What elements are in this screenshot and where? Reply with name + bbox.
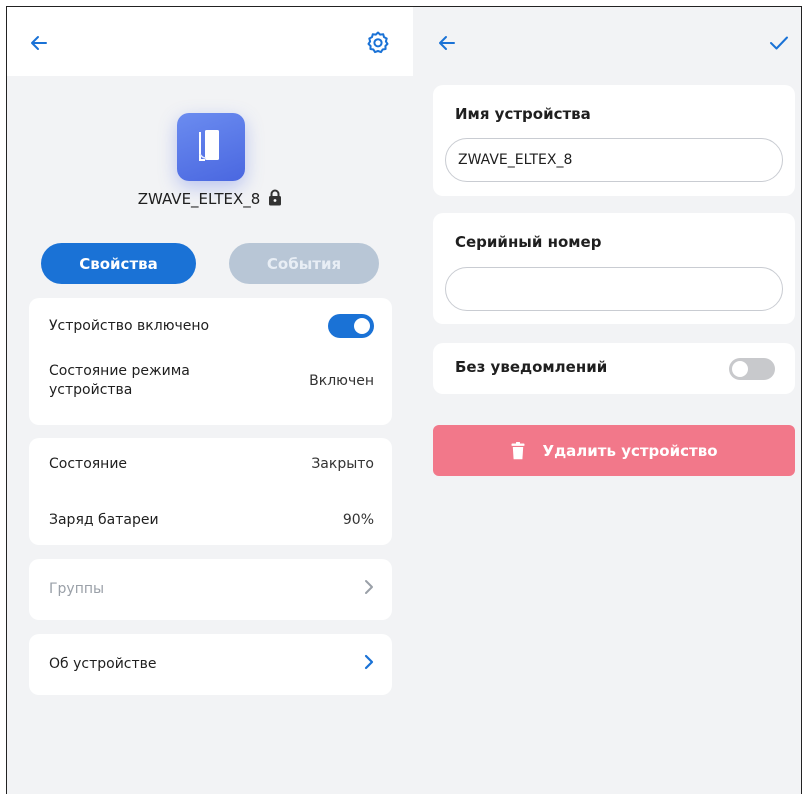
- battery-value: 90%: [342, 512, 374, 528]
- checkmark-icon[interactable]: [765, 29, 793, 57]
- state-label: Состояние: [49, 456, 128, 472]
- silent-mode-toggle[interactable]: [729, 358, 775, 380]
- device-mode-label: Состояние режима устройства: [49, 363, 190, 398]
- device-mode-value: Включен: [309, 373, 374, 389]
- about-device-item[interactable]: Об устройстве: [29, 634, 392, 695]
- app-frame: ZWAVE_ELTEX_8 Свойства События Устройств…: [6, 6, 802, 794]
- battery-label: Заряд батареи: [49, 512, 159, 528]
- state-row: Состояние Закрыто: [49, 452, 374, 476]
- device-enabled-row: Устройство включено: [49, 312, 374, 340]
- device-enabled-toggle[interactable]: [328, 314, 374, 338]
- door-icon: [196, 127, 226, 167]
- delete-device-label: Удалить устройство: [542, 441, 718, 460]
- chevron-right-icon: [364, 579, 374, 599]
- tab-properties[interactable]: Свойства: [41, 243, 196, 284]
- lock-icon: [268, 189, 282, 210]
- device-name-label: Имя устройства: [455, 105, 591, 123]
- device-name-input[interactable]: ZWAVE_ELTEX_8: [445, 138, 783, 182]
- device-icon-tile: [177, 113, 245, 181]
- gear-icon[interactable]: [364, 29, 392, 57]
- chevron-right-icon: [364, 654, 374, 674]
- serial-number-card: Серийный номер: [433, 213, 795, 324]
- serial-number-input[interactable]: [445, 267, 783, 311]
- device-enabled-label: Устройство включено: [49, 318, 210, 334]
- device-properties-screen: ZWAVE_ELTEX_8 Свойства События Устройств…: [7, 7, 413, 794]
- battery-row: Заряд батареи 90%: [49, 508, 374, 532]
- about-device-label: Об устройстве: [49, 656, 157, 672]
- about-device-row: Об устройстве: [49, 652, 374, 676]
- back-arrow-icon[interactable]: [433, 29, 461, 57]
- device-name-row: ZWAVE_ELTEX_8: [7, 189, 413, 210]
- device-mode-row: Состояние режима устройства Включен: [49, 358, 374, 404]
- delete-device-button[interactable]: Удалить устройство: [433, 425, 795, 476]
- device-name-card: Имя устройства ZWAVE_ELTEX_8: [433, 85, 795, 196]
- status-card: Состояние Закрыто Заряд батареи 90%: [29, 438, 392, 545]
- tab-events[interactable]: События: [229, 243, 379, 284]
- tab-properties-label: Свойства: [79, 254, 158, 273]
- tab-events-label: События: [266, 254, 342, 273]
- device-name: ZWAVE_ELTEX_8: [137, 190, 261, 208]
- silent-mode-card: Без уведомлений: [433, 343, 795, 394]
- top-bar: [7, 7, 413, 76]
- silent-mode-label: Без уведомлений: [455, 358, 608, 376]
- back-arrow-icon[interactable]: [25, 29, 53, 57]
- power-card: Устройство включено Состояние режима уст…: [29, 298, 392, 425]
- state-value: Закрыто: [311, 456, 374, 472]
- trash-icon: [511, 441, 525, 460]
- serial-number-label: Серийный номер: [455, 233, 602, 251]
- groups-label: Группы: [49, 581, 105, 597]
- groups-row: Группы: [49, 577, 374, 601]
- groups-item[interactable]: Группы: [29, 559, 392, 620]
- device-settings-screen: Имя устройства ZWAVE_ELTEX_8 Серийный но…: [413, 7, 801, 794]
